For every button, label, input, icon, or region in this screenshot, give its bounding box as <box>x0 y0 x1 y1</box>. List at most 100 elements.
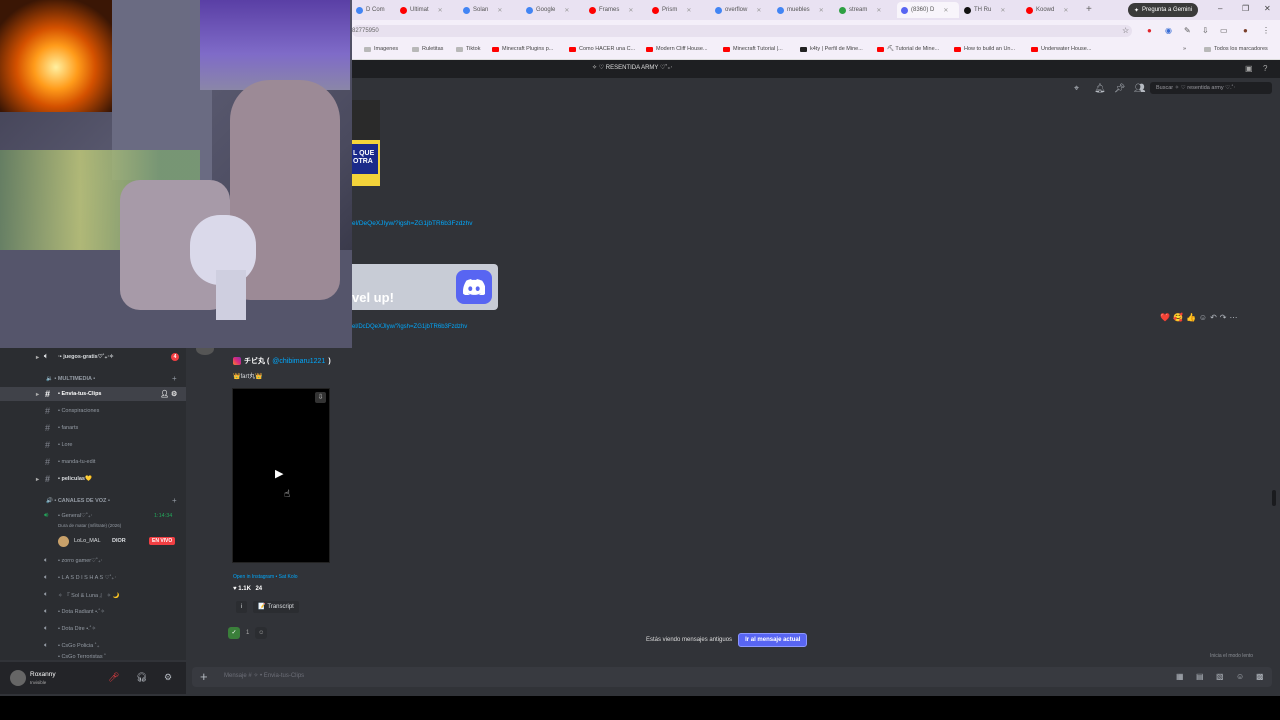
browser-tab[interactable]: overflow ✕ <box>711 2 773 18</box>
profile-icon[interactable]: ● <box>1243 26 1248 35</box>
channel-fanarts[interactable]: # • fanarts <box>0 421 186 435</box>
settings-gear-icon[interactable]: ⚙ <box>171 390 177 398</box>
embed-handle[interactable]: @chibimaru1221 <box>272 358 325 365</box>
browser-tab[interactable]: Koowd ✕ <box>1022 2 1084 18</box>
bookmark[interactable]: Modern Cliff House... <box>646 46 708 52</box>
attach-plus-icon[interactable]: + <box>200 669 208 684</box>
inbox-icon[interactable]: ▣ <box>1245 64 1253 73</box>
forward-icon[interactable]: ↷ <box>1220 313 1227 325</box>
browser-tab-active[interactable]: (8360) D ✕ <box>897 2 959 18</box>
download-icon[interactable]: ⇩ <box>315 392 326 403</box>
sticker-icon[interactable]: ▧ <box>1216 672 1224 681</box>
transcript-button[interactable]: 📝 Transcript <box>253 601 299 613</box>
emoji-icon[interactable]: ☺ <box>1236 672 1244 681</box>
close-tab-icon[interactable]: ✕ <box>564 7 569 14</box>
add-reaction-icon[interactable]: ☺ <box>255 627 268 639</box>
gift-icon[interactable]: ▦ <box>1176 672 1184 681</box>
mute-mic-icon[interactable]: 🎤︎ <box>108 672 119 683</box>
browser-tab[interactable]: stream ✕ <box>835 2 897 18</box>
maximize-icon[interactable]: ❐ <box>1242 4 1249 13</box>
open-in-instagram-link[interactable]: Open in Instagram • Sat Kolo <box>233 574 298 580</box>
bookmark[interactable]: Minecraft Tutorial |... <box>723 46 783 52</box>
browser-tab[interactable]: Ultimat ✕ <box>396 2 458 18</box>
bookmark[interactable]: k4ty | Perfil de Mine... <box>800 46 863 52</box>
channel-manda-tu-edit[interactable]: # • manda-tu-edit <box>0 455 186 469</box>
close-tab-icon[interactable]: ✕ <box>628 7 633 14</box>
add-channel-icon[interactable]: + <box>172 374 177 383</box>
add-reaction-icon[interactable]: ☺ <box>1199 313 1207 325</box>
message-link[interactable]: el/DcDQeXJIyw/?igsh=ZG1jbTR6b3Fzdzhv <box>352 324 467 330</box>
channel-peliculas[interactable]: ▸ # • peliculas💛 <box>0 472 186 486</box>
all-bookmarks[interactable]: Todos los marcadores <box>1204 46 1268 52</box>
voice-user[interactable]: LoLo_MAL DIOR EN VIVO <box>0 534 186 548</box>
browser-tab[interactable]: D Com <box>352 2 396 18</box>
voice-channel[interactable]: 🔈︎ • CsGo Policia ˚₊ <box>0 639 186 653</box>
close-tab-icon[interactable]: ✕ <box>1000 7 1005 14</box>
close-tab-icon[interactable]: ✕ <box>756 7 761 14</box>
discord-embed[interactable]: vel up! <box>352 264 498 310</box>
play-icon[interactable]: ▶ <box>275 467 289 481</box>
browser-tab[interactable]: TH Ru ✕ <box>960 2 1022 18</box>
members-icon[interactable]: 👥︎ <box>1134 83 1145 94</box>
add-channel-icon[interactable]: + <box>172 496 177 505</box>
category-voice[interactable]: 🔊 • CANALES DE VOZ • <box>46 498 110 504</box>
bookmark[interactable]: Ruletitas <box>412 46 443 52</box>
reply-icon[interactable]: ↶ <box>1210 313 1217 325</box>
minimize-icon[interactable]: – <box>1218 4 1222 13</box>
bell-icon[interactable]: 🔔︎ <box>1094 83 1105 94</box>
voice-channel-general[interactable]: 🔊︎ • General♡˚₊‧ 1:14:34 <box>0 509 186 523</box>
scrollbar-thumb[interactable] <box>1272 490 1276 506</box>
heart-reaction-icon[interactable]: ❤️ <box>1160 313 1170 325</box>
close-tab-icon[interactable]: ✕ <box>438 7 443 14</box>
thumbs-up-reaction-icon[interactable]: 👍 <box>1186 313 1196 325</box>
browser-tab[interactable]: Solan ✕ <box>459 2 521 18</box>
close-tab-icon[interactable]: ✕ <box>497 7 502 14</box>
close-tab-icon[interactable]: ✕ <box>686 7 691 14</box>
gemini-button[interactable]: ✦ Pregunta a Gemini <box>1128 3 1199 17</box>
apps-icon[interactable]: ▩ <box>1256 672 1264 681</box>
search-input[interactable]: Buscar ✧ ♡ resentida army ♡.˚‧ <box>1150 82 1272 94</box>
help-icon[interactable]: ? <box>1263 64 1267 73</box>
menu-icon[interactable]: ⋮ <box>1262 26 1270 35</box>
user-avatar[interactable] <box>10 670 26 686</box>
close-window-icon[interactable]: ✕ <box>1264 4 1271 13</box>
voice-channel[interactable]: 🔈︎ • L A S D I S H A S ♡˚₊‧ <box>0 571 186 585</box>
voice-channel[interactable]: 🔈︎ • zorro gamer♡˚₊‧ <box>0 554 186 568</box>
star-icon[interactable]: ☆ <box>1122 26 1129 35</box>
jump-to-present-button[interactable]: Ir al mensaje actual <box>738 633 808 647</box>
close-tab-icon[interactable]: ✕ <box>943 7 948 14</box>
bookmark[interactable]: Tiktok <box>456 46 480 52</box>
url-field[interactable]: 82775950 <box>352 25 1132 37</box>
voice-channel[interactable]: 🔈︎ • Dota Dire •.˚✧ <box>0 622 186 636</box>
category-multimedia[interactable]: 🔉 • MULTIMEDIA • <box>46 376 95 382</box>
invite-icon[interactable]: 👤︎ <box>160 390 169 398</box>
close-tab-icon[interactable]: ✕ <box>819 7 824 14</box>
bookmark[interactable]: How to build an Un... <box>954 46 1015 52</box>
channel-envia-tus-clips[interactable]: ▸ # • Envia-tus-Clips 👤︎ ⚙ <box>0 387 186 401</box>
settings-gear-icon[interactable]: ⚙ <box>164 672 172 683</box>
voice-channel[interactable]: • CsGo Terroristas ˚ <box>0 653 186 660</box>
more-bookmarks-icon[interactable]: » <box>1183 46 1186 52</box>
threads-icon[interactable]: ⌖ <box>1074 83 1079 94</box>
browser-tab[interactable]: Google ✕ <box>522 2 584 18</box>
puzzle-icon[interactable]: ✎ <box>1184 26 1191 35</box>
browser-tab[interactable]: Prism ✕ <box>648 2 710 18</box>
close-tab-icon[interactable]: ✕ <box>1063 7 1068 14</box>
pin-icon[interactable]: 📌︎ <box>1114 83 1125 94</box>
headphones-icon[interactable]: 🎧︎ <box>136 672 147 683</box>
opera-icon[interactable]: ● <box>1147 26 1152 35</box>
gif-icon[interactable]: ▤ <box>1196 672 1204 681</box>
video-player[interactable]: ⇩ ▶ <box>232 388 330 563</box>
new-tab-icon[interactable]: + <box>1086 4 1092 15</box>
video-thumbnail[interactable] <box>352 100 380 186</box>
bookmark[interactable]: Underwater House... <box>1031 46 1091 52</box>
browser-tab[interactable]: Frames ✕ <box>585 2 647 18</box>
info-button[interactable]: i <box>236 601 248 613</box>
close-tab-icon[interactable]: ✕ <box>876 7 881 14</box>
more-options-icon[interactable]: ⋯ <box>1229 313 1237 325</box>
bookmark[interactable]: ⛏ Tutorial de Mine... <box>877 46 939 52</box>
browser-tab[interactable]: muebles ✕ <box>773 2 835 18</box>
channel-juegos-gratis[interactable]: ▸ 🔈︎ ‧• juegos-gratis♡˚₊‧✧ 4 <box>0 350 186 364</box>
sidebar-icon[interactable]: ▭ <box>1220 26 1228 35</box>
voice-channel[interactable]: 🔈︎ • Dota Radiant •.˚✧ <box>0 605 186 619</box>
